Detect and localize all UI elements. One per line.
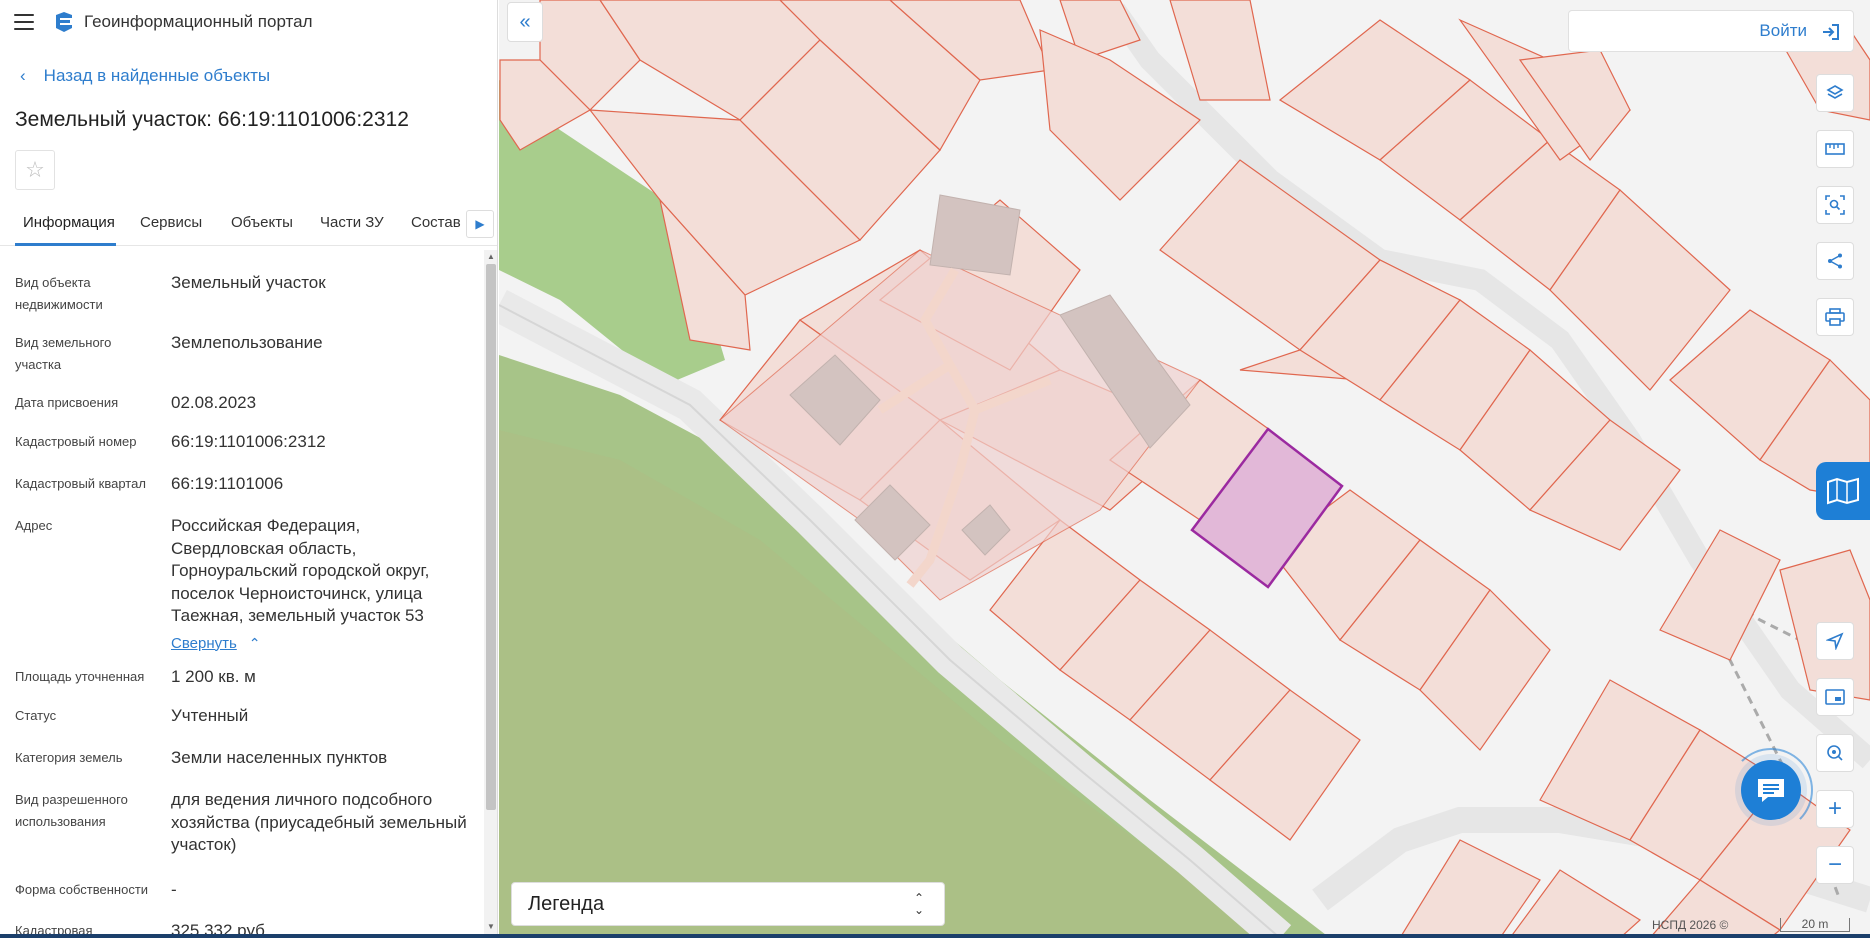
info-value: Земельный участок (171, 273, 326, 292)
layers-button[interactable] (1816, 74, 1854, 112)
info-value: Землепользование (171, 333, 323, 352)
measure-button[interactable] (1816, 130, 1854, 168)
info-value: Земли населенных пунктов (171, 748, 388, 767)
share-icon (1828, 253, 1842, 269)
layers-icon (1826, 85, 1844, 99)
updown-chevron-icon: ⌃ ⌄ (913, 891, 924, 917)
info-label: Категория земель (15, 750, 123, 765)
map-canvas[interactable] (499, 0, 1870, 938)
app-title: Геоинформационный портал (84, 12, 313, 31)
panel-header: Геоинформационный портал (0, 0, 497, 44)
area-search-button[interactable] (1816, 186, 1854, 224)
tab-services[interactable]: Сервисы (140, 214, 202, 231)
info-value: 66:19:1101006 (171, 474, 284, 493)
navigation-arrow-icon (1826, 632, 1844, 650)
scale-bar: 20 m (1780, 918, 1850, 932)
double-chevron-left-icon: « (519, 10, 531, 33)
area-search-icon (1825, 195, 1845, 215)
tabs-bar: Информация Сервисы Объекты Части ЗУ Сост… (0, 206, 497, 246)
info-label: Вид объекта недвижимости (15, 275, 103, 312)
geolocate-button[interactable] (1816, 622, 1854, 660)
minimap-icon (1825, 689, 1845, 705)
login-button[interactable]: Войти (1568, 10, 1854, 52)
legend-select[interactable]: Легенда ⌃ ⌄ (511, 882, 945, 926)
info-value: Учтенный (171, 706, 249, 725)
info-value: для ведения личного подсобного хозяйства… (171, 790, 467, 854)
feedback-side-button[interactable] (1816, 462, 1870, 520)
plus-icon: + (1827, 795, 1842, 822)
info-label: Вид разрешенного использования (15, 792, 128, 829)
minus-icon: − (1827, 851, 1842, 878)
info-label: Дата присвоения (15, 395, 119, 410)
menu-icon[interactable] (14, 14, 34, 30)
printer-icon (1825, 308, 1845, 326)
address-value: Российская Федерация, Свердловская облас… (171, 516, 430, 625)
info-label: Площадь уточненная (15, 669, 145, 684)
info-label: Кадастровый номер (15, 434, 137, 449)
target-search-icon (1827, 745, 1843, 761)
zoom-in-button[interactable]: + (1816, 790, 1854, 828)
star-icon: ☆ (25, 157, 45, 182)
map-attribution: НСПД 2026 © (1652, 918, 1729, 932)
address-block: Российская Федерация, Свердловская облас… (171, 515, 471, 655)
ruler-icon (1825, 143, 1845, 155)
chevron-left-icon: ‹ (20, 66, 26, 85)
map-layer (499, 0, 1870, 938)
tab-information[interactable]: Информация (23, 214, 115, 231)
info-label: Адрес (15, 518, 53, 533)
side-panel: Геоинформационный портал ‹ Назад в найде… (0, 0, 498, 938)
legend-label: Легенда (528, 892, 605, 915)
collapse-panel-button[interactable]: « (507, 2, 543, 42)
scroll-up-arrow-icon[interactable]: ▲ (486, 252, 496, 262)
scroll-down-arrow-icon[interactable]: ▼ (486, 922, 496, 932)
active-tab-indicator (15, 243, 116, 246)
tab-composition[interactable]: Состав (411, 214, 461, 231)
feedback-map-icon (1827, 477, 1859, 505)
login-label: Войти (1759, 21, 1807, 40)
info-label: Кадастровый квартал (15, 476, 146, 491)
chat-button[interactable] (1741, 760, 1801, 820)
favorite-button[interactable]: ☆ (15, 150, 55, 190)
info-value: 1 200 кв. м (171, 667, 256, 686)
portal-logo-icon (56, 12, 72, 32)
minimap-button[interactable] (1816, 678, 1854, 716)
info-value: 02.08.2023 (171, 393, 257, 412)
tab-objects[interactable]: Объекты (231, 214, 293, 231)
back-link-label: Назад в найденные объекты (43, 66, 271, 85)
object-title: Земельный участок: 66:19:1101006:2312 (15, 108, 409, 131)
tab-land-parts[interactable]: Части ЗУ (320, 214, 384, 231)
share-button[interactable] (1816, 242, 1854, 280)
collapse-link-label: Свернуть (171, 634, 237, 652)
info-label: Статус (15, 708, 57, 723)
info-label: Вид земельного участка (15, 335, 112, 372)
caret-right-icon: ▶ (475, 217, 485, 231)
locate-point-button[interactable] (1816, 734, 1854, 772)
zoom-out-button[interactable]: − (1816, 846, 1854, 884)
back-to-results-link[interactable]: ‹ Назад в найденные объекты (20, 66, 270, 86)
info-label: Форма собственности (15, 882, 149, 897)
print-button[interactable] (1816, 298, 1854, 336)
os-taskbar (0, 934, 1870, 938)
info-value: 66:19:1101006:2312 (171, 432, 326, 451)
scrollbar-thumb[interactable] (486, 264, 496, 810)
login-icon (1823, 24, 1839, 40)
chat-bubble-icon (1758, 779, 1784, 802)
chevron-up-icon: ⌃ (248, 634, 261, 651)
collapse-address-link[interactable]: Свернуть ⌃ (171, 632, 261, 656)
info-value: - (171, 880, 177, 899)
tabs-scroll-right-button[interactable]: ▶ (466, 210, 494, 238)
